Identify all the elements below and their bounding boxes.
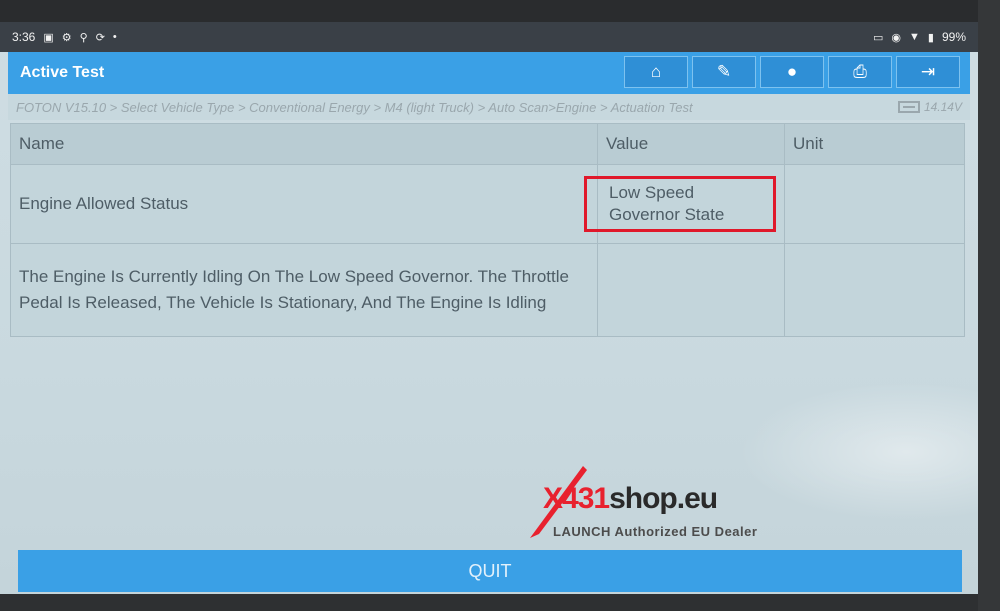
app-bar: Active Test ⌂ ✎ ● ⎙ ⇥: [8, 52, 970, 94]
vpn-icon: ⚲: [79, 31, 88, 44]
location-icon: ◉: [891, 31, 902, 44]
settings-icon: ⚙: [61, 31, 72, 44]
quit-button[interactable]: QUIT: [18, 550, 962, 592]
watermark-brand-red: X431: [543, 482, 610, 515]
edit-icon: ✎: [716, 62, 732, 81]
battery-icon: ▮: [927, 31, 934, 44]
table-row[interactable]: The Engine Is Currently Idling On The Lo…: [10, 243, 965, 337]
chat-button[interactable]: ●: [760, 56, 824, 88]
bottom-bezel: [0, 594, 1000, 611]
watermark-brand: X431shop.eu: [543, 482, 718, 516]
table-header-row: Name Value Unit: [10, 123, 965, 165]
row-name: Engine Allowed Status: [10, 164, 598, 244]
watermark-brand-dark: shop.eu: [609, 482, 718, 515]
page-title: Active Test: [20, 64, 105, 81]
header-name: Name: [10, 123, 598, 165]
tablet-screen: 3:36 ▣ ⚙ ⚲ ⟳ • ▭ ◉ ▼ ▮ 99% Active Test ⌂…: [0, 22, 978, 594]
clock: 3:36: [12, 30, 36, 44]
exit-button[interactable]: ⇥: [896, 56, 960, 88]
toolbar: ⌂ ✎ ● ⎙ ⇥: [624, 56, 960, 88]
watermark-tagline: LAUNCH Authorized EU Dealer: [553, 524, 758, 539]
voltage-indicator: 14.14V: [897, 100, 962, 114]
gallery-icon: ▣: [43, 31, 54, 44]
watermark-logo: X431shop.eu LAUNCH Authorized EU Dealer: [525, 462, 785, 542]
wifi-icon: ▼: [909, 31, 920, 43]
header-value: Value: [597, 123, 785, 165]
header-unit: Unit: [784, 123, 965, 165]
voltage-value: 14.14V: [923, 100, 962, 114]
cast-icon: ▭: [873, 31, 884, 44]
home-icon: ⌂: [650, 62, 662, 81]
print-icon: ⎙: [853, 62, 867, 81]
exit-icon: ⇥: [920, 62, 936, 81]
row-unit: [784, 243, 965, 337]
row-name: The Engine Is Currently Idling On The Lo…: [10, 243, 598, 337]
row-value: Low Speed Governor State: [584, 164, 785, 244]
battery-level: 99%: [941, 30, 966, 44]
right-bezel: [978, 0, 1000, 611]
edit-button[interactable]: ✎: [692, 56, 756, 88]
table-row[interactable]: Engine Allowed Status Low Speed Governor…: [10, 164, 965, 244]
breadcrumb: FOTON V15.10 > Select Vehicle Type > Con…: [8, 94, 970, 120]
home-button[interactable]: ⌂: [624, 56, 688, 88]
print-button[interactable]: ⎙: [828, 56, 892, 88]
dot-icon: •: [112, 31, 117, 43]
row-unit: [784, 164, 965, 244]
chat-icon: ●: [786, 62, 798, 81]
row-value: [597, 243, 785, 337]
highlighted-value: Low Speed Governor State: [584, 176, 776, 232]
car-battery-icon: [897, 101, 920, 113]
breadcrumb-path: FOTON V15.10 > Select Vehicle Type > Con…: [16, 99, 693, 115]
data-table: Name Value Unit Engine Allowed Status Lo…: [10, 123, 965, 337]
status-bar: 3:36 ▣ ⚙ ⚲ ⟳ • ▭ ◉ ▼ ▮ 99%: [0, 22, 978, 52]
sync-icon: ⟳: [95, 31, 105, 44]
